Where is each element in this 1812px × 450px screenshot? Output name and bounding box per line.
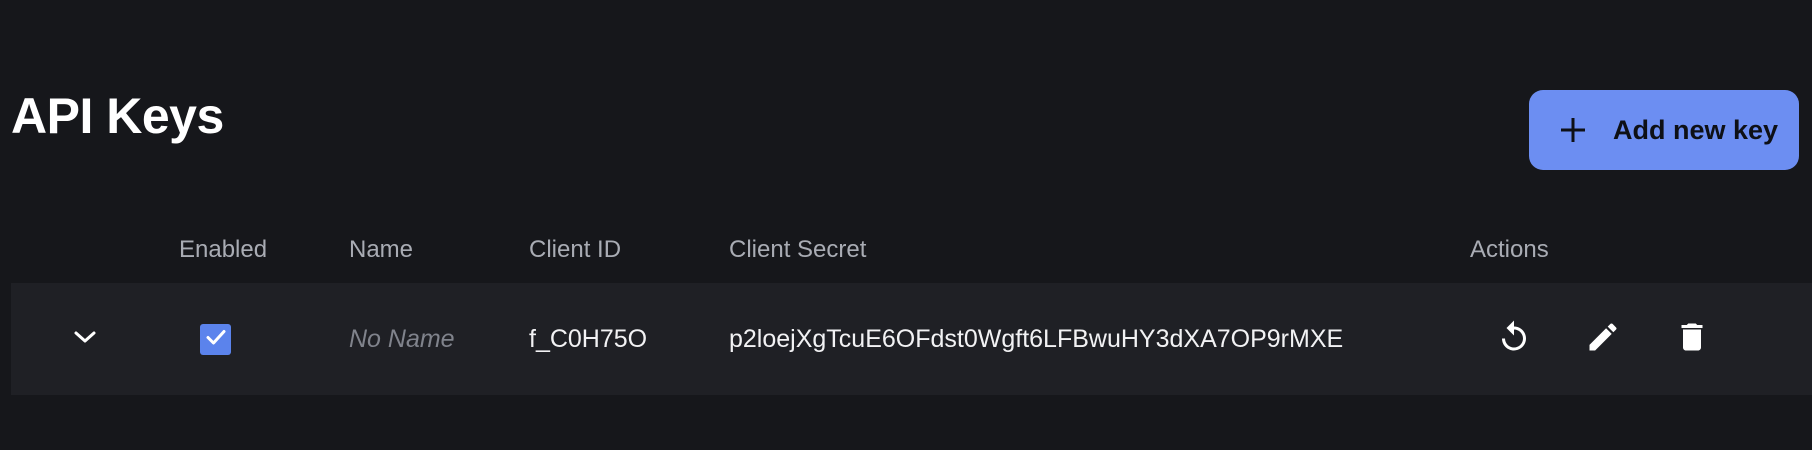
expand-row-button[interactable] <box>61 283 109 395</box>
key-name: No Name <box>349 324 455 353</box>
delete-icon <box>1674 319 1710 360</box>
table-row: No Name f_C0H75O p2loejXgTcuE6OFdst0Wgft… <box>11 283 1812 395</box>
delete-button[interactable] <box>1671 318 1713 360</box>
column-header-name: Name <box>349 236 414 263</box>
add-new-key-button[interactable]: Add new key <box>1529 90 1799 170</box>
client-id-value: f_C0H75O <box>529 324 648 353</box>
regenerate-icon <box>1496 319 1532 360</box>
column-header-client-secret: Client Secret <box>729 236 867 263</box>
checkmark-icon <box>204 325 228 354</box>
column-header-enabled: Enabled <box>179 236 268 263</box>
client-secret-value: p2loejXgTcuE6OFdst0Wgft6LFBwuHY3dXA7OP9r… <box>729 324 1344 353</box>
regenerate-button[interactable] <box>1493 318 1535 360</box>
column-header-actions: Actions <box>1470 236 1549 263</box>
page-title: API Keys <box>11 88 224 144</box>
enabled-checkbox[interactable] <box>200 324 231 355</box>
add-new-key-label: Add new key <box>1613 114 1779 145</box>
chevron-down-icon <box>72 329 98 350</box>
column-header-client-id: Client ID <box>529 236 622 263</box>
api-keys-page: API Keys Add new key Enabled Name Client… <box>0 0 1812 450</box>
edit-button[interactable] <box>1582 318 1624 360</box>
plus-icon <box>1559 116 1587 144</box>
edit-icon <box>1585 319 1621 360</box>
